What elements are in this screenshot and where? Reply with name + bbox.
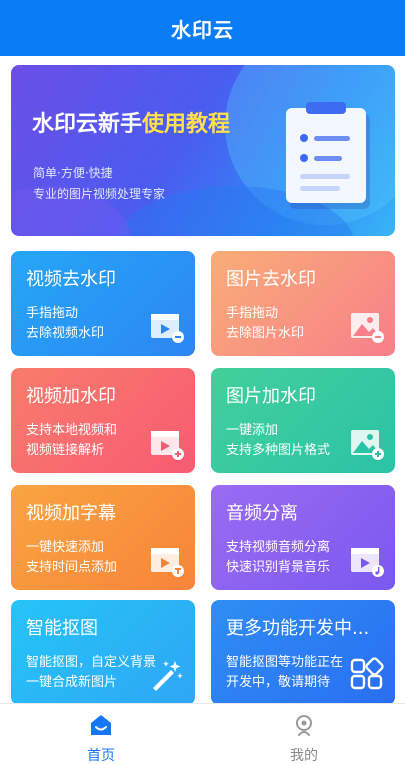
card-title: 视频去水印 xyxy=(26,269,116,290)
banner-subtitle-tagline: 简单·方便·快捷 xyxy=(33,166,113,180)
card-audio-separation[interactable]: 音频分离 支持视频音频分离 快速识别背景音乐 xyxy=(211,485,395,590)
card-desc: 支持多种图片格式 xyxy=(226,443,331,458)
home-icon xyxy=(91,715,111,735)
app-header: 水印云 xyxy=(0,0,405,56)
video-add-icon xyxy=(151,431,184,460)
banner-title-main: 水印云新手 xyxy=(32,112,143,137)
card-title: 音频分离 xyxy=(226,503,298,524)
card-title: 视频加水印 xyxy=(26,386,116,407)
card-video-remove-watermark[interactable]: 视频去水印 手指拖动 去除视频水印 xyxy=(11,251,195,356)
card-title: 图片去水印 xyxy=(226,269,316,290)
card-desc: 手指拖动 xyxy=(26,306,79,321)
tutorial-banner[interactable]: 水印云新手使用教程 简单·方便·快捷 专业的图片视频处理专家 xyxy=(11,65,395,236)
banner-title-highlight: 使用教程 xyxy=(142,112,231,137)
card-desc: 支持视频音频分离 xyxy=(226,540,331,555)
card-smart-cutout[interactable]: 智能抠图 智能抠图，自定义背景 一键合成新图片 xyxy=(11,600,195,705)
banner-subtitle-description: 专业的图片视频处理专家 xyxy=(33,187,166,201)
card-title: 更多功能开发中... xyxy=(226,618,370,639)
card-title: 图片加水印 xyxy=(226,386,316,407)
tab-home-label: 首页 xyxy=(87,748,115,764)
card-title: 视频加字幕 xyxy=(26,503,116,524)
bottom-tab-bar: 首页 我的 xyxy=(0,703,405,765)
card-desc: 支持本地视频和 xyxy=(26,423,118,438)
tab-mine-label: 我的 xyxy=(290,748,318,764)
image-add-icon xyxy=(351,430,384,460)
card-desc: 视频链接解析 xyxy=(26,443,105,458)
card-desc: 支持时间点添加 xyxy=(26,560,118,575)
clipboard-illustration xyxy=(286,102,366,203)
video-subtitle-icon xyxy=(151,548,184,577)
banner-title: 水印云新手使用教程 xyxy=(32,106,230,138)
magic-wand-icon xyxy=(153,661,183,691)
card-desc: 去除图片水印 xyxy=(226,326,305,341)
card-desc: 手指拖动 xyxy=(226,306,279,321)
video-remove-icon xyxy=(151,314,184,343)
card-video-add-watermark[interactable]: 视频加水印 支持本地视频和 视频链接解析 xyxy=(11,368,195,473)
card-desc: 智能抠图等功能正在 xyxy=(226,655,344,670)
card-desc: 智能抠图，自定义背景 xyxy=(26,655,157,670)
card-desc: 一键添加 xyxy=(226,423,279,438)
video-audio-icon xyxy=(351,548,384,577)
user-icon xyxy=(296,715,312,736)
tab-mine[interactable]: 我的 xyxy=(203,704,405,765)
card-title: 智能抠图 xyxy=(26,618,98,639)
card-desc: 一键合成新图片 xyxy=(26,675,118,690)
card-desc: 去除视频水印 xyxy=(26,326,105,341)
card-video-add-subtitle[interactable]: 视频加字幕 一键快速添加 支持时间点添加 xyxy=(11,485,195,590)
card-more-features[interactable]: 更多功能开发中... 智能抠图等功能正在 开发中，敬请期待 xyxy=(211,600,395,705)
card-desc: 快速识别背景音乐 xyxy=(226,560,331,575)
card-desc: 一键快速添加 xyxy=(26,540,105,555)
image-remove-icon xyxy=(351,313,384,343)
apps-grid-icon xyxy=(350,657,384,690)
tab-home[interactable]: 首页 xyxy=(0,704,202,765)
card-desc: 开发中，敬请期待 xyxy=(226,675,331,690)
card-image-remove-watermark[interactable]: 图片去水印 手指拖动 去除图片水印 xyxy=(211,251,395,356)
card-image-add-watermark[interactable]: 图片加水印 一键添加 支持多种图片格式 xyxy=(211,368,395,473)
page-title: 水印云 xyxy=(171,17,234,42)
